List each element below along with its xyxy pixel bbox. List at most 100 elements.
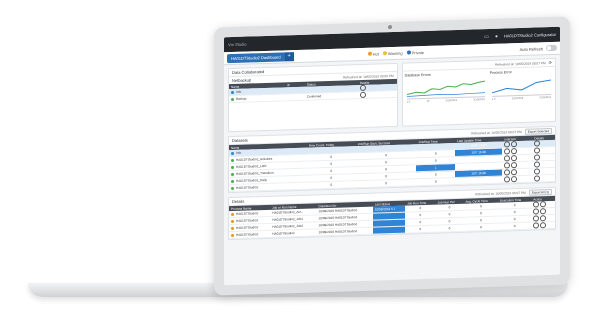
- row-name-label: HA01DTStudio2: [236, 218, 259, 223]
- settings-icon[interactable]: [540, 201, 547, 208]
- view-icon[interactable]: [533, 208, 540, 215]
- info-icon[interactable]: [534, 168, 541, 175]
- details-title: Details: [232, 198, 245, 205]
- info-icon[interactable]: [534, 161, 541, 168]
- row-name-label: HA01DTStudio2_Activities: [236, 156, 273, 162]
- view-icon[interactable]: [504, 162, 511, 169]
- axis-tick-label: 10: [426, 99, 430, 103]
- status-dot-icon: [231, 233, 234, 237]
- row-name-label: HA01DTStudio2: [236, 232, 259, 237]
- details-refreshed: Refreshed at: 10/05/2019 08:07 PM: [475, 190, 526, 196]
- settings-icon[interactable]: [540, 208, 547, 215]
- axis-tick-label: 1.0: [491, 97, 496, 101]
- info-icon[interactable]: [534, 154, 541, 161]
- status-legend: Hot Warning Private: [364, 49, 424, 56]
- status-dot-icon: [231, 226, 234, 230]
- status-dot-icon: [231, 172, 234, 176]
- export-selected-button[interactable]: Export Selected: [524, 127, 552, 135]
- row-cell: 0: [435, 224, 464, 233]
- view-icon[interactable]: [504, 148, 511, 155]
- settings-icon[interactable]: [511, 162, 518, 169]
- legend-label: Hot: [372, 50, 379, 57]
- row-job: HA01DTStudio2: [270, 228, 317, 238]
- tab-dashboard[interactable]: HA01DTStudio2 Dashboard: [227, 51, 285, 63]
- row-cell: [455, 176, 503, 185]
- info-icon[interactable]: [359, 91, 366, 99]
- row-cell: 0: [405, 225, 436, 234]
- settings-icon[interactable]: [540, 222, 547, 229]
- row-name-label: HA01DTStudio2_LOR: [236, 163, 267, 169]
- process-error-axis: 1.0 2/10/2019 3/10/2019: [490, 96, 553, 101]
- settings-icon[interactable]: [511, 141, 518, 148]
- view-icon[interactable]: [504, 169, 511, 176]
- row-cell: 0: [416, 177, 456, 186]
- database-errors-line: [406, 80, 485, 97]
- legend-label: Warning: [387, 50, 403, 56]
- info-icon[interactable]: [534, 147, 541, 154]
- status-dot-icon: [231, 212, 234, 216]
- row-name: Backup: [229, 93, 285, 103]
- row-status: [372, 226, 406, 235]
- axis-tick-label: 1.0: [406, 100, 411, 104]
- row-name-label: Backup: [236, 96, 247, 101]
- auto-refresh-toggle[interactable]: [546, 44, 557, 52]
- row-details: [532, 174, 555, 183]
- legend-dot: [382, 51, 387, 56]
- view-icon[interactable]: [533, 215, 540, 222]
- axis-tick-label: 2/10/2019: [511, 96, 524, 101]
- export-all-button[interactable]: Export All (1): [528, 188, 552, 196]
- view-icon[interactable]: [533, 201, 540, 208]
- summary-section: Netbackup: [232, 77, 252, 84]
- datasets-panel: Datasets Refreshed at: 10/05/2019 08:07 …: [228, 125, 556, 194]
- row-name-label: HA01DTStudio2: [236, 225, 259, 230]
- settings-icon[interactable]: [511, 176, 518, 183]
- refresh-icon[interactable]: ⟳: [549, 60, 552, 65]
- status-dot-icon: [231, 97, 234, 101]
- status-dot-icon: [231, 165, 234, 169]
- stats-refreshed: Refreshed at: 10/05/2019 08:07 PM: [495, 60, 546, 67]
- status-dot-icon: [231, 179, 234, 183]
- row-action: [531, 221, 555, 230]
- database-errors-chart: Database Errors 1.0 10 2/10/2019 3/10/2019: [405, 71, 487, 104]
- view-icon[interactable]: [504, 176, 511, 183]
- row-date: 10/09/2019 HA01DTStudio2: [316, 227, 373, 236]
- dashboard-content: Data Collaborated Netbackup Refreshed at…: [224, 55, 560, 244]
- status-dot-icon: [231, 151, 234, 155]
- user-name[interactable]: HA01DTStudio2 Configurator: [504, 32, 556, 39]
- settings-icon[interactable]: [540, 215, 547, 222]
- row-name-label: HA01DTStudio2: [236, 185, 259, 190]
- app-screen: Vm Studio ▭ ● HA01DTStudio2 Configurator…: [224, 26, 560, 286]
- auto-refresh[interactable]: Auto Refresh: [519, 44, 557, 52]
- details-panel: Details Refreshed at: 10/05/2019 08:07 P…: [228, 186, 556, 241]
- status-dot-icon: [231, 90, 234, 94]
- summary-table: Name IP Status Details Info Backup Confirmed: [229, 78, 397, 103]
- status-dot-icon: [231, 219, 234, 223]
- datasets-title: Datasets: [232, 137, 248, 144]
- row-name-label: Info: [236, 89, 242, 94]
- settings-icon[interactable]: [511, 169, 518, 176]
- info-icon[interactable]: [359, 84, 366, 92]
- user-icon[interactable]: ●: [493, 33, 500, 40]
- view-icon[interactable]: [533, 222, 540, 229]
- info-icon[interactable]: [534, 175, 541, 182]
- settings-icon[interactable]: [511, 155, 518, 162]
- summary-panel: Data Collaborated Netbackup Refreshed at…: [228, 62, 398, 133]
- info-icon[interactable]: [534, 140, 541, 147]
- datasets-table: Name Row Count, Today Job/Run Start, Succe…: [229, 134, 555, 192]
- add-tab-button[interactable]: +: [284, 51, 294, 61]
- row-name: HA01DTStudio2: [229, 230, 271, 239]
- settings-icon[interactable]: [511, 148, 518, 155]
- breadcrumb[interactable]: Vm Studio: [228, 42, 246, 48]
- row-name-label: HA01DTStudio2: [236, 211, 259, 216]
- row-name-label: HA01DTStudio2_Transition: [236, 170, 274, 176]
- status-dot-icon: [231, 186, 234, 190]
- window-icon[interactable]: ▭: [483, 33, 490, 40]
- row-indicator: [502, 175, 533, 184]
- row-status: Confirmed: [304, 91, 358, 101]
- auto-refresh-label: Auto Refresh: [519, 45, 543, 52]
- process-error-chart: Process Error 1.0 2/10/2019 3/10/2019: [490, 69, 553, 101]
- view-icon[interactable]: [504, 155, 511, 162]
- stats-panel: Refreshed at: 10/05/2019 08:07 PM ⟳ Data…: [401, 57, 556, 127]
- view-icon[interactable]: [504, 141, 511, 148]
- laptop-mockup: Vm Studio ▭ ● HA01DTStudio2 Configurator…: [0, 0, 600, 325]
